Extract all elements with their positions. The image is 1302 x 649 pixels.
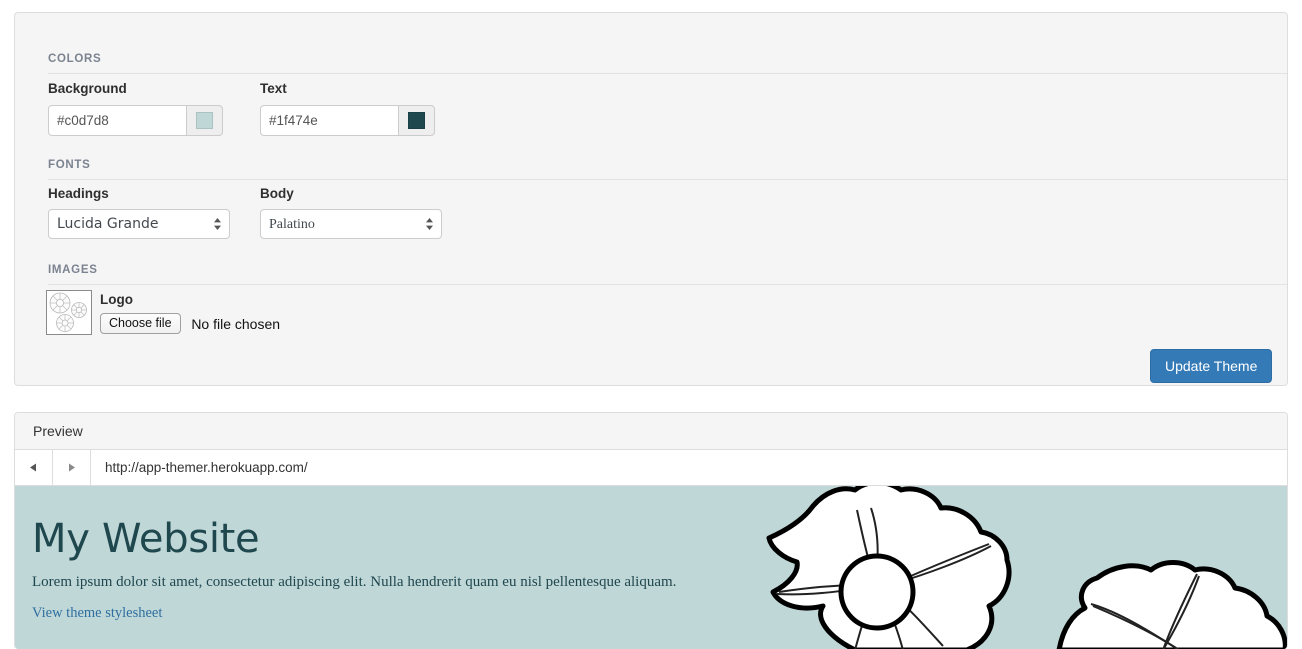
preview-url-field[interactable]: http://app-themer.herokuapp.com/ — [91, 450, 1287, 485]
text-color-label: Text — [260, 81, 287, 96]
choose-file-button[interactable]: Choose file — [100, 313, 181, 334]
arrow-right-icon — [69, 463, 75, 472]
preview-back-button[interactable] — [15, 450, 53, 485]
preview-panel: Preview http://app-themer.herokuapp.com/ — [14, 412, 1288, 649]
body-font-select-wrap: PalatinoLucida GrandeHelveticaGeorgia — [260, 209, 442, 239]
flower-rosettes-thumbnail-icon — [49, 292, 87, 332]
body-font-select[interactable]: PalatinoLucida GrandeHelveticaGeorgia — [260, 209, 442, 239]
preview-title: Preview — [33, 423, 83, 439]
preview-iframe-content: My Website Lorem ipsum dolor sit amet, c… — [15, 486, 1287, 649]
background-color-input-group — [48, 105, 223, 136]
preview-panel-heading: Preview — [15, 413, 1287, 450]
headings-font-label: Headings — [48, 186, 109, 201]
text-color-swatch-button[interactable] — [398, 105, 435, 136]
background-color-swatch — [196, 112, 213, 129]
view-theme-stylesheet-link[interactable]: View theme stylesheet — [32, 605, 162, 622]
preview-site-lead: Lorem ipsum dolor sit amet, consectetur … — [32, 574, 677, 590]
preview-address-bar: http://app-themer.herokuapp.com/ — [15, 450, 1287, 486]
headings-font-select[interactable]: Lucida GrandePalatinoHelveticaGeorgia — [48, 209, 230, 239]
theme-editor-panel: COLORS Background Text FONTS Headings Lu… — [14, 12, 1288, 386]
preview-url-text: http://app-themer.herokuapp.com/ — [105, 460, 308, 475]
preview-forward-button[interactable] — [53, 450, 91, 485]
section-divider-colors — [48, 73, 1287, 74]
section-label-colors: COLORS — [48, 53, 102, 65]
logo-thumbnail — [46, 290, 92, 335]
background-color-input[interactable] — [48, 105, 186, 136]
background-color-swatch-button[interactable] — [186, 105, 223, 136]
logo-label: Logo — [100, 292, 133, 307]
update-theme-button[interactable]: Update Theme — [1150, 349, 1273, 383]
logo-file-input-row: Choose file No file chosen — [100, 313, 280, 334]
section-divider-fonts — [48, 179, 1287, 180]
preview-site-title: My Website — [32, 516, 260, 562]
text-color-input-group — [260, 105, 435, 136]
section-label-fonts: FONTS — [48, 159, 91, 171]
headings-font-select-wrap: Lucida GrandePalatinoHelveticaGeorgia — [48, 209, 230, 239]
body-font-label: Body — [260, 186, 294, 201]
preview-site-content: My Website Lorem ipsum dolor sit amet, c… — [15, 486, 1287, 622]
text-color-swatch — [408, 112, 425, 129]
file-status-label: No file chosen — [191, 315, 281, 332]
section-divider-images — [48, 284, 1287, 285]
background-color-label: Background — [48, 81, 127, 96]
text-color-input[interactable] — [260, 105, 398, 136]
arrow-left-icon — [30, 463, 36, 472]
section-label-images: IMAGES — [48, 264, 98, 276]
